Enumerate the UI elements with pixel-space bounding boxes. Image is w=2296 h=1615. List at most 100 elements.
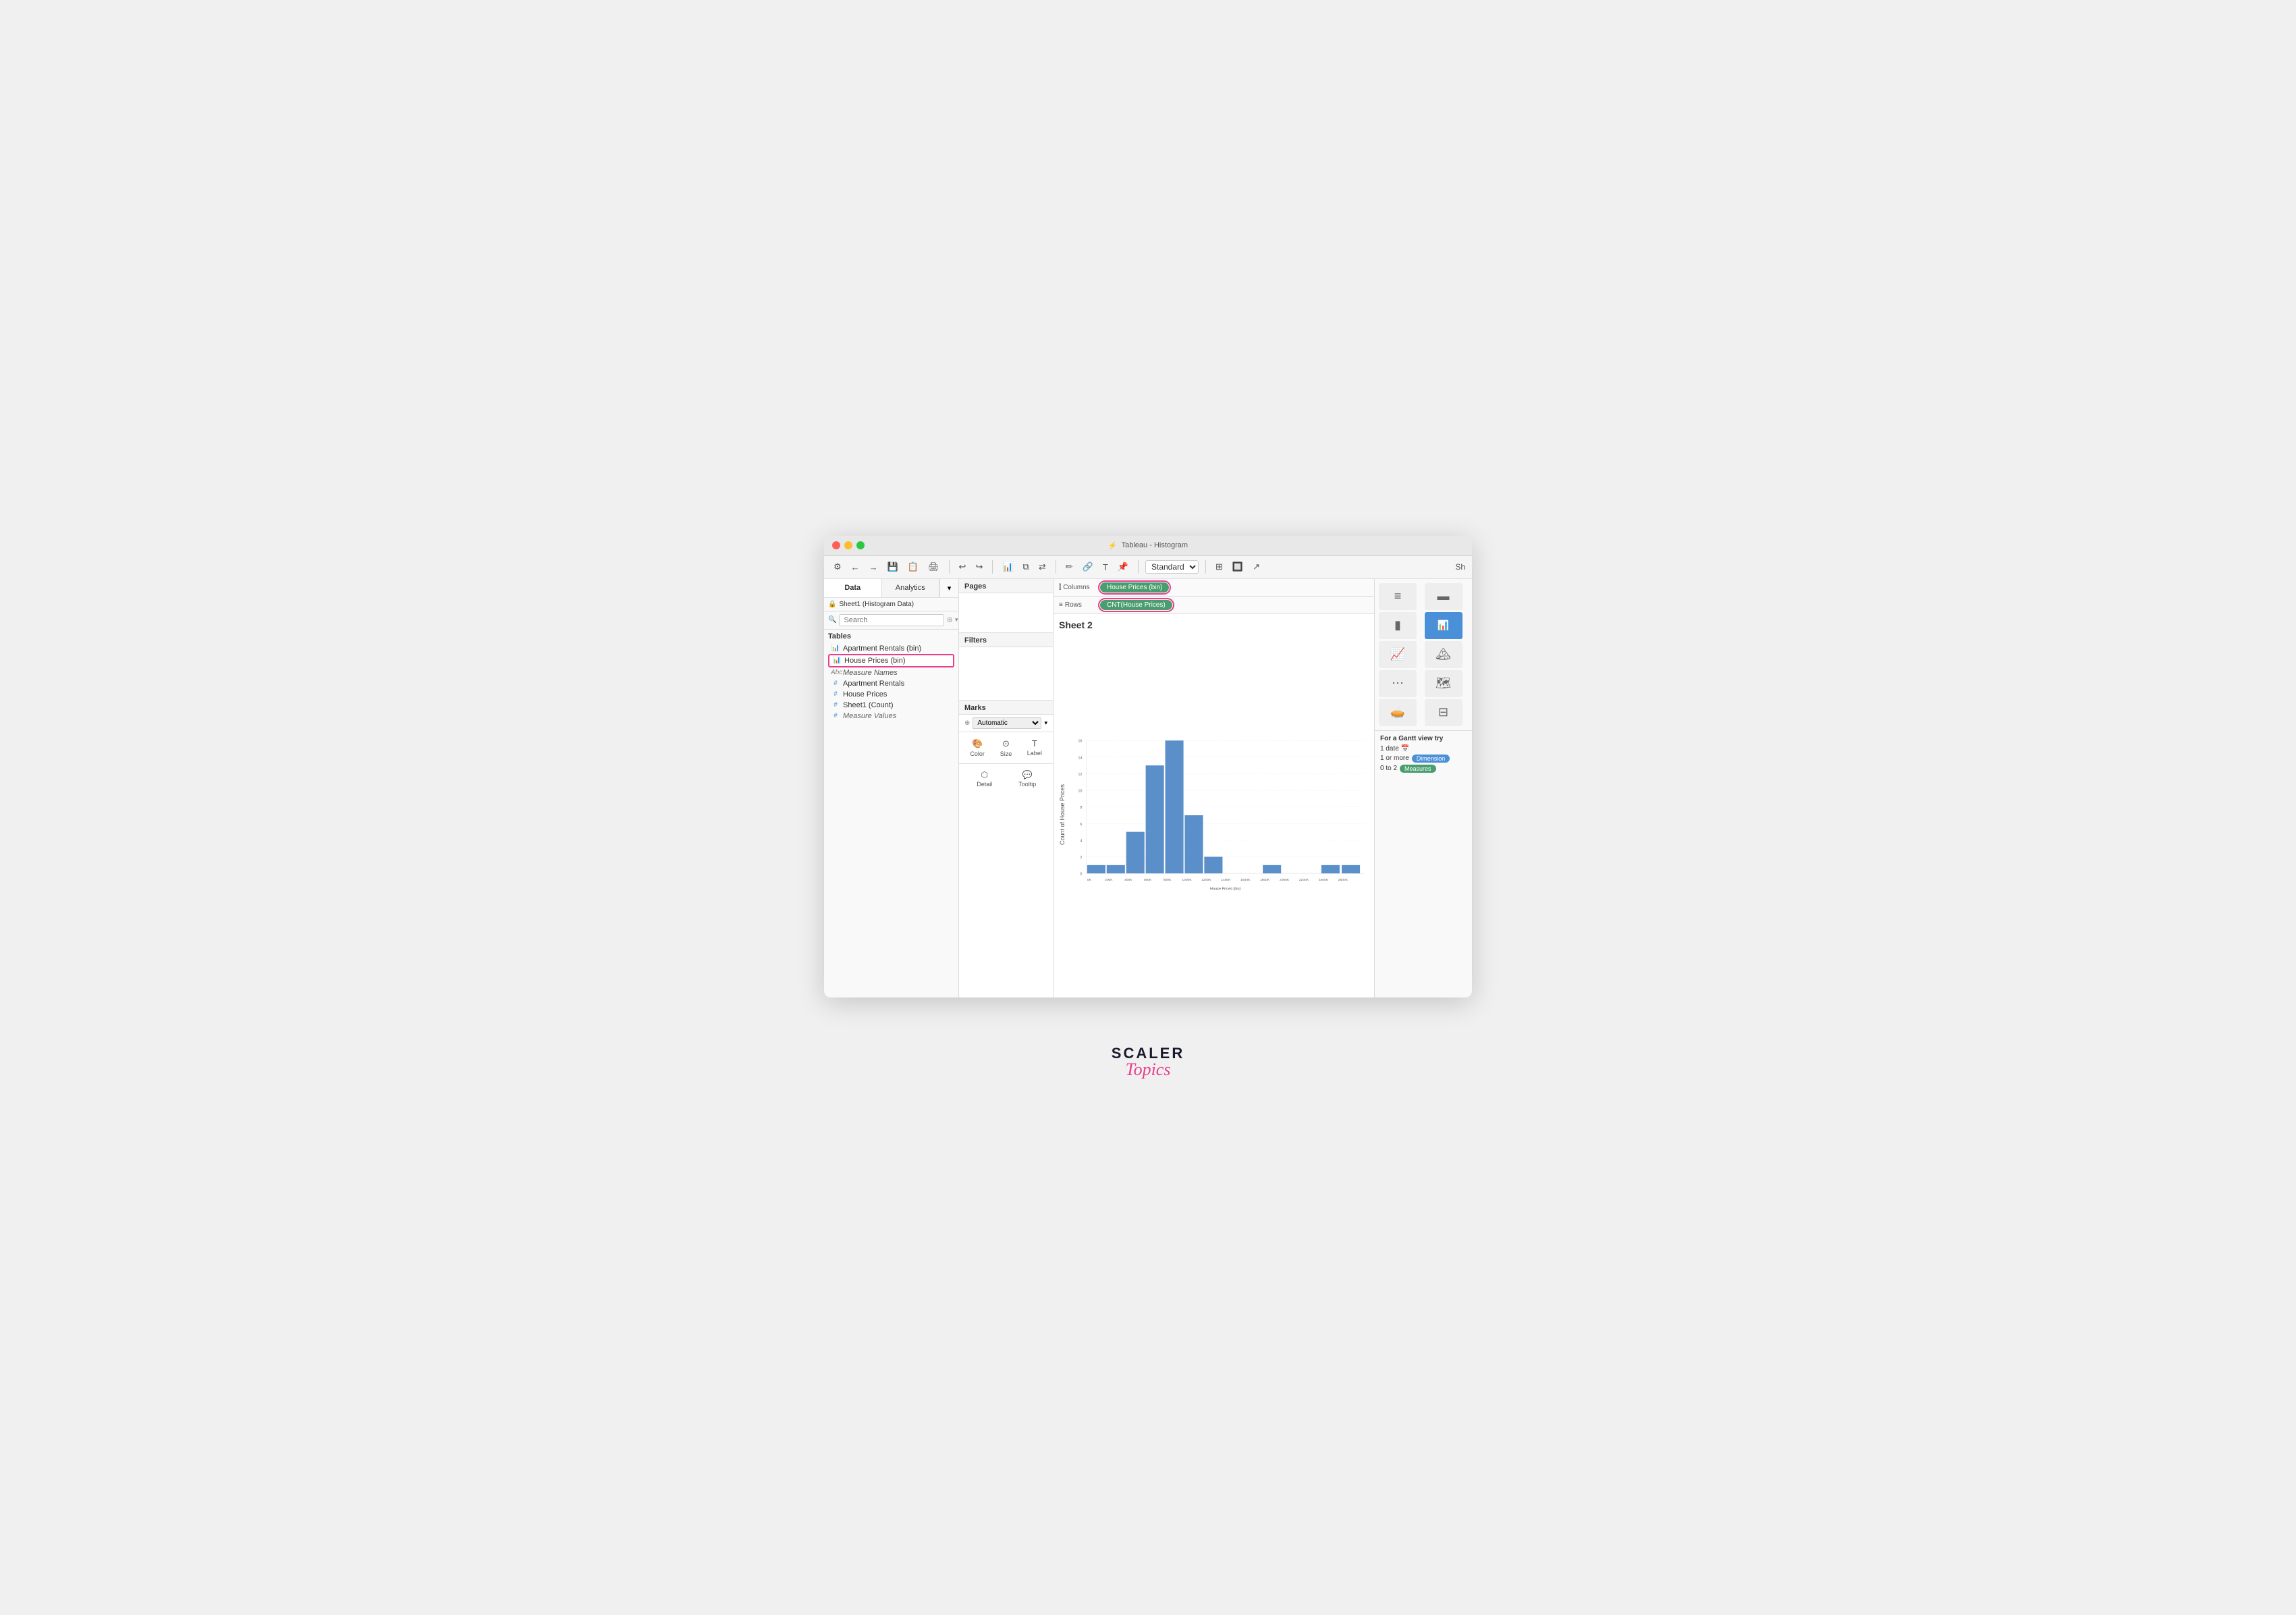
close-button[interactable] (832, 541, 840, 549)
list-item[interactable]: 📊 Apartment Rentals (bin) (828, 643, 954, 654)
svg-text:14: 14 (1078, 756, 1082, 760)
columns-label: ⫿ Columns (1054, 584, 1097, 591)
list-view-icon[interactable]: ▾ (955, 616, 958, 624)
label-button[interactable]: T Label (1022, 736, 1047, 759)
svg-text:10: 10 (1078, 789, 1082, 793)
forward-button[interactable]: → (867, 561, 881, 574)
standard-dropdown[interactable]: Standard (1145, 560, 1199, 574)
pin-button[interactable]: 📌 (1115, 560, 1131, 574)
chart-type-pie[interactable]: 🥧 (1379, 699, 1417, 726)
panel-options-button[interactable]: ▾ (939, 579, 958, 597)
bar-9 (1263, 865, 1281, 873)
search-input[interactable] (839, 614, 944, 626)
sheet-title: Sheet 2 (1059, 620, 1369, 630)
title-bar: ⚡ Tableau - Histogram (824, 536, 1472, 556)
svg-text:0K: 0K (1087, 878, 1092, 882)
item-label: Apartment Rentals (bin) (843, 645, 921, 653)
settings-button[interactable]: ⚙ (831, 560, 844, 574)
marks-bottom-controls: ⬡ Detail 💬 Tooltip (959, 764, 1053, 794)
filters-section: Filters (959, 633, 1053, 701)
label-icon: T (1032, 738, 1037, 748)
fit-button[interactable]: ⊞ (1213, 560, 1226, 574)
duplicate-button[interactable]: ⧉ (1020, 560, 1032, 574)
swap-button[interactable]: ⇄ (1036, 560, 1049, 574)
back-button[interactable]: ← (848, 561, 863, 574)
panel-tabs: Data Analytics ▾ (824, 579, 958, 598)
dimension-pill: Dimension (1412, 755, 1450, 763)
svg-text:1200K: 1200K (1201, 878, 1211, 882)
chart-type-hbar[interactable]: ▬ (1425, 583, 1463, 610)
color-icon: 🎨 (972, 738, 983, 749)
left-panel: Data Analytics ▾ 🔒 Sheet1 (Histogram Dat… (824, 579, 959, 997)
undo-button[interactable]: ↩ (956, 560, 969, 574)
detail-button[interactable]: ⬡ Detail (964, 768, 1005, 790)
center-left-panel: Pages Filters Marks ⊕ Automatic Bar Line… (959, 579, 1054, 997)
chart-type-gantt[interactable]: ⊟ (1425, 699, 1463, 726)
format-button[interactable]: T (1100, 561, 1111, 574)
chart-type-scatter[interactable]: ⋯ (1379, 670, 1417, 697)
pages-header: Pages (959, 579, 1053, 593)
color-button[interactable]: 🎨 Color (964, 736, 990, 759)
copy-button[interactable]: 📋 (905, 560, 921, 574)
item-label-house-prices: House Prices (843, 690, 887, 699)
zoom-button[interactable]: 🔲 (1230, 560, 1246, 574)
bar-4 (1166, 740, 1184, 873)
redo-button[interactable]: ↪ (973, 560, 985, 574)
svg-text:1800K: 1800K (1260, 878, 1270, 882)
tab-data[interactable]: Data (824, 579, 882, 597)
marks-type-row: ⊕ Automatic Bar Line Area ▾ (959, 715, 1053, 732)
svg-text:200K: 200K (1105, 878, 1113, 882)
pencil-button[interactable]: ✏ (1063, 560, 1076, 574)
chart-type-grid: ≡ ▬ ▮ 📊 📈 🏔 ⋯ 🗺 🥧 ⊟ (1375, 579, 1472, 731)
y-axis-label: Count of House Prices (1059, 784, 1070, 845)
link-button[interactable]: 🔗 (1080, 560, 1096, 574)
chart-type-text[interactable]: ≡ (1379, 583, 1417, 610)
list-item-measure-values[interactable]: # Measure Values (828, 711, 954, 721)
grid-view-icon[interactable]: ⊞ (947, 616, 952, 624)
list-item-sheet1-count[interactable]: # Sheet1 (Count) (828, 700, 954, 711)
new-sheet-button[interactable]: 📊 (1000, 560, 1016, 574)
list-item-measure-names[interactable]: Abc Measure Names (828, 667, 954, 678)
list-item-house-prices[interactable]: # House Prices (828, 689, 954, 700)
size-button[interactable]: ⊙ Size (993, 736, 1018, 759)
chart-type-line[interactable]: 📈 (1379, 641, 1417, 668)
svg-text:400K: 400K (1124, 878, 1132, 882)
maximize-button[interactable] (856, 541, 865, 549)
workbook-name: Sheet1 (Histogram Data) (839, 601, 914, 608)
share-button[interactable]: ↗ (1250, 560, 1263, 574)
main-layout: Data Analytics ▾ 🔒 Sheet1 (Histogram Dat… (824, 579, 1472, 997)
list-item-house-prices-bin[interactable]: 📊 House Prices (bin) (828, 654, 954, 667)
rows-pill[interactable]: CNT(House Prices) (1100, 600, 1172, 610)
tab-analytics[interactable]: Analytics (882, 579, 940, 597)
tooltip-button[interactable]: 💬 Tooltip (1008, 768, 1048, 790)
chart-type-area[interactable]: 🏔 (1425, 641, 1463, 668)
save-button[interactable]: 💾 (885, 560, 901, 574)
hash-icon-1: # (831, 680, 840, 687)
sheet-area: Sheet 2 Count of House Prices 0 (1054, 614, 1374, 997)
gantt-row-2: 0 to 2 Measures (1380, 765, 1467, 773)
bar-3 (1146, 765, 1164, 873)
item-label-measure-names: Measure Names (843, 669, 898, 677)
bar-1 (1107, 865, 1125, 873)
print-button[interactable]: 🖨 (925, 560, 942, 574)
gantt-title: For a Gantt view try (1380, 735, 1467, 742)
chart-type-vbar[interactable]: ▮ (1379, 612, 1417, 639)
bar-chart-icon: 📊 (831, 645, 840, 652)
chart-type-map[interactable]: 🗺 (1425, 670, 1463, 697)
rows-content: CNT(House Prices) (1097, 600, 1374, 610)
svg-text:1000K: 1000K (1182, 878, 1192, 882)
marks-type-dropdown[interactable]: Automatic Bar Line Area (973, 717, 1041, 729)
chart-type-histogram[interactable]: 📊 (1425, 612, 1463, 639)
chart-inner: 0 2 4 6 8 10 12 (1070, 636, 1369, 995)
tables-section: Tables 📊 Apartment Rentals (bin) 📊 House… (824, 630, 958, 997)
list-item-apt-rentals[interactable]: # Apartment Rentals (828, 678, 954, 689)
bar-chart-icon-2: 📊 (832, 657, 842, 664)
size-icon: ⊙ (1002, 738, 1010, 749)
item-label-apt-rentals: Apartment Rentals (843, 680, 904, 688)
svg-text:600K: 600K (1144, 878, 1152, 882)
abc-icon: Abc (831, 669, 840, 676)
minimize-button[interactable] (844, 541, 852, 549)
columns-pill[interactable]: House Prices (bin) (1100, 582, 1169, 593)
app-window: ⚡ Tableau - Histogram ⚙ ← → 💾 📋 🖨 ↩ ↪ 📊 … (824, 536, 1472, 997)
chart-wrapper: Count of House Prices 0 2 (1059, 636, 1369, 995)
